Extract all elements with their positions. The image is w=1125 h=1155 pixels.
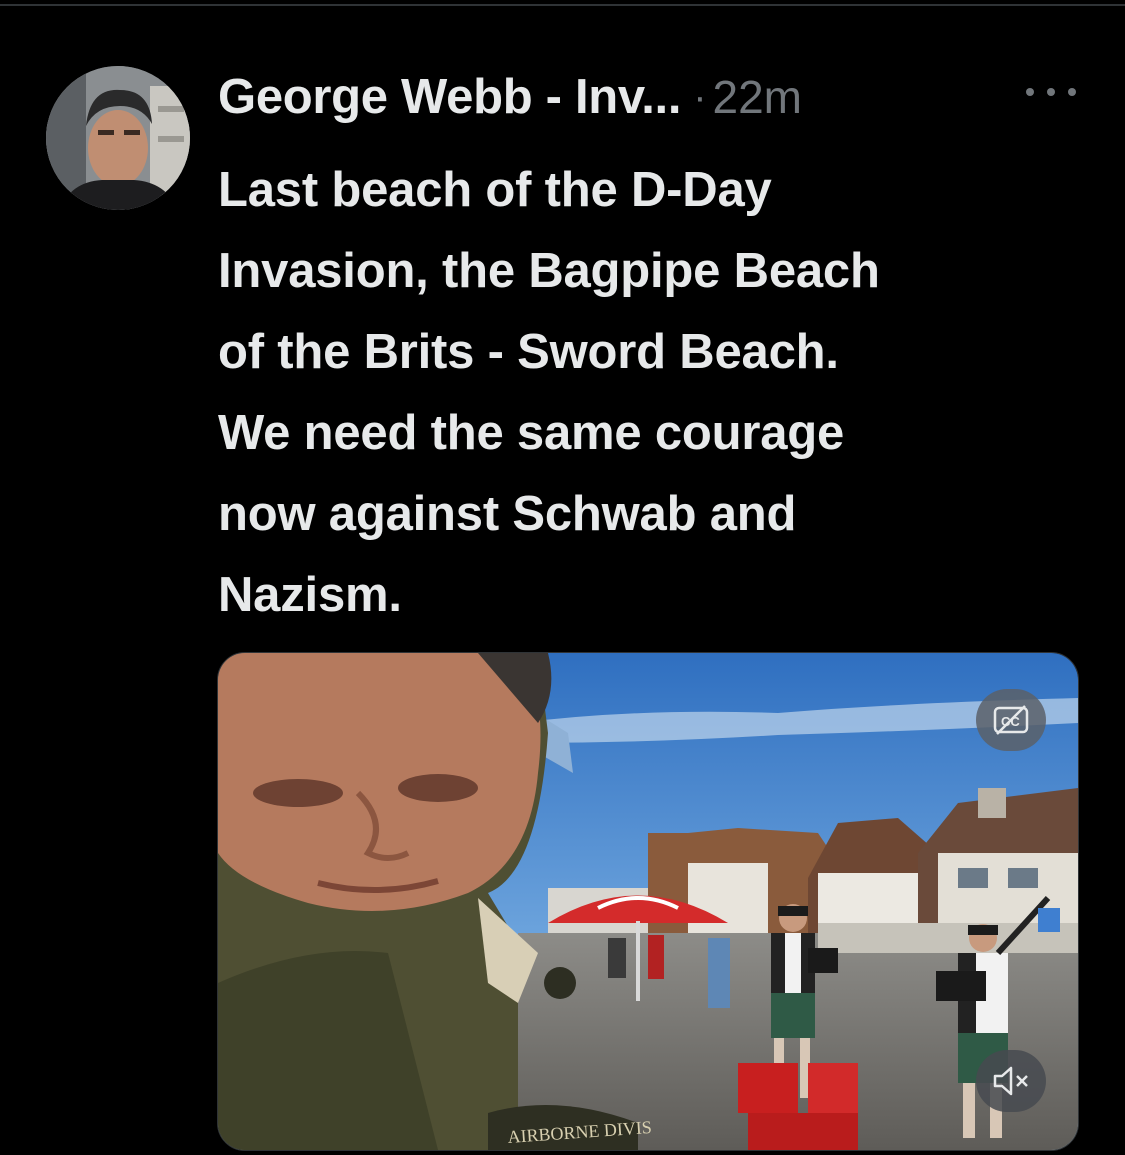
tweet-page: George Webb - Inv... · 22m Last beach of… — [0, 0, 1125, 1155]
avatar[interactable] — [46, 66, 190, 210]
author-name[interactable]: George Webb - Inv... — [218, 69, 681, 125]
dot-icon — [1047, 88, 1055, 96]
closed-captions-button[interactable]: CC — [976, 689, 1046, 751]
divider — [0, 4, 1125, 6]
dot-icon — [1068, 88, 1076, 96]
speaker-muted-icon — [993, 1066, 1028, 1096]
mute-button[interactable] — [976, 1050, 1046, 1112]
tweet-header: George Webb - Inv... · 22m — [218, 66, 802, 128]
video-frame: AIRBORNE DIVIS — [218, 653, 1078, 1150]
separator-dot: · — [693, 74, 707, 119]
timestamp[interactable]: 22m — [713, 70, 802, 124]
dot-icon — [1026, 88, 1034, 96]
more-horizontal-icon[interactable] — [1026, 80, 1076, 104]
video-player[interactable]: AIRBORNE DIVIS — [217, 652, 1079, 1151]
closed-captions-off-icon: CC — [993, 705, 1029, 735]
tweet-text: Last beach of the D-Day Invasion, the Ba… — [218, 163, 880, 622]
avatar-photo — [46, 66, 190, 210]
